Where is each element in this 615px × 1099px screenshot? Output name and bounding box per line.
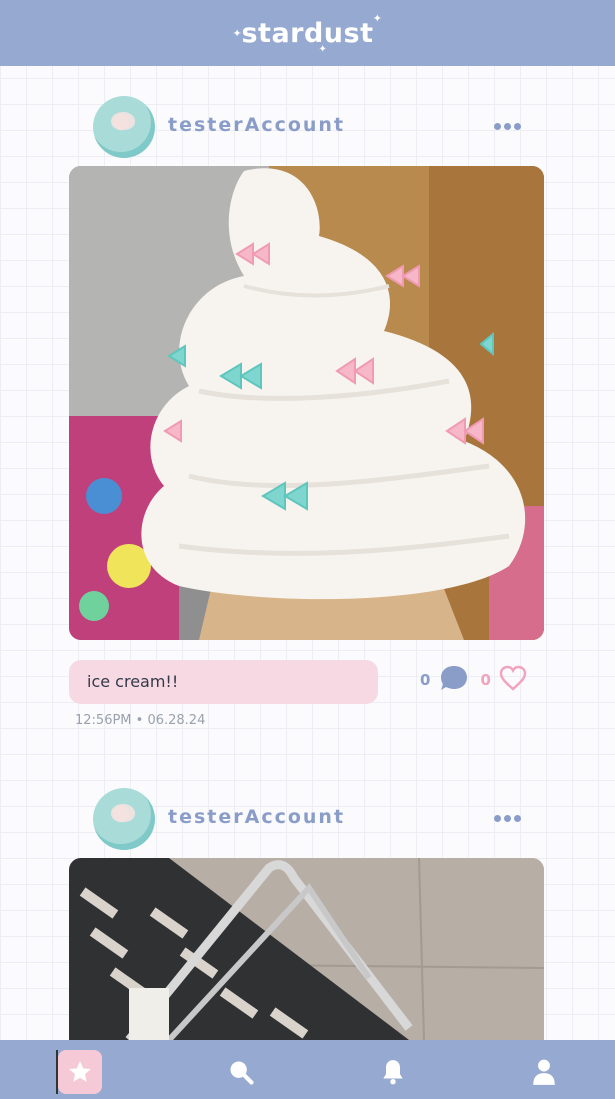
like-count: 0 <box>480 671 491 689</box>
more-options-icon[interactable] <box>490 804 524 832</box>
star-icon <box>69 1061 91 1082</box>
post-username[interactable]: testerAccount <box>168 806 345 828</box>
avatar[interactable] <box>93 96 155 158</box>
avatar[interactable] <box>93 788 155 850</box>
post-username[interactable]: testerAccount <box>168 114 345 136</box>
more-options-icon[interactable] <box>490 112 524 140</box>
comment-icon[interactable] <box>440 665 468 695</box>
search-icon <box>230 1061 254 1085</box>
post-image[interactable] <box>69 858 544 1040</box>
app-header: ✦ stardust ✦ ✦ <box>0 0 615 66</box>
sparkle-icon: ✦ <box>232 26 243 40</box>
heart-icon[interactable] <box>499 665 527 695</box>
sparkle-icon: ✦ <box>372 11 383 25</box>
comment-count: 0 <box>420 671 431 689</box>
post-timestamp: 12:56PM • 06.28.24 <box>75 713 206 728</box>
post-image[interactable] <box>69 166 544 640</box>
post-stats: 0 0 <box>420 662 527 698</box>
nav-notifications[interactable] <box>371 1050 415 1094</box>
bell-icon <box>383 1060 403 1085</box>
nav-home[interactable] <box>58 1050 102 1094</box>
nav-search[interactable] <box>219 1050 263 1094</box>
nav-profile[interactable] <box>522 1050 566 1094</box>
brand-logo[interactable]: ✦ stardust ✦ ✦ <box>232 12 382 55</box>
brand-name: stardust <box>241 17 374 49</box>
bottom-nav <box>0 1040 615 1099</box>
sparkle-icon: ✦ <box>318 43 328 55</box>
post-caption: ice cream!! <box>69 660 378 704</box>
user-icon <box>533 1059 555 1085</box>
